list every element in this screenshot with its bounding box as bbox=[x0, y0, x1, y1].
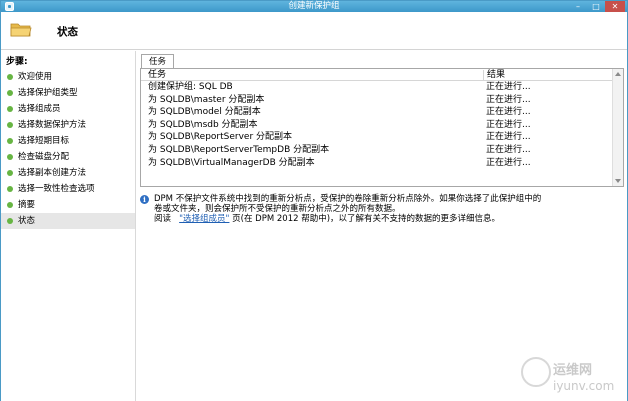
step-item-active[interactable]: 状态 bbox=[1, 213, 135, 229]
steps-sidebar: 步骤: 欢迎使用 选择保护组类型 选择组成员 选择数据保护方法 选择短期目标 检… bbox=[1, 51, 135, 401]
tasks-panel: 任务 结果 创建保护组: SQL DB 正在进行... 为 SQLDB\maste… bbox=[140, 68, 624, 187]
step-status-icon bbox=[7, 122, 13, 128]
task-cell: 为 SQLDB\VirtualManagerDB 分配副本 bbox=[148, 157, 315, 168]
step-status-icon bbox=[7, 186, 13, 192]
step-item[interactable]: 选择一致性检查选项 bbox=[1, 181, 135, 197]
step-item[interactable]: 选择数据保护方法 bbox=[1, 117, 135, 133]
scroll-up-icon[interactable] bbox=[615, 72, 621, 76]
maximize-button[interactable]: □ bbox=[587, 1, 605, 12]
step-label: 状态 bbox=[18, 216, 36, 226]
step-label: 选择数据保护方法 bbox=[18, 120, 87, 130]
info-read-suffix: 页(在 DPM 2012 帮助中)，以了解有关不支持的数据的更多详细信息。 bbox=[232, 214, 501, 224]
tab-tasks[interactable]: 任务 bbox=[141, 54, 175, 69]
title-bar[interactable]: 创建新保护组 – □ ✕ bbox=[1, 1, 627, 12]
info-text-line2: 卷或文件夹，则会保护所不受保护的重新分析点之外的所有数据。 bbox=[154, 204, 401, 214]
table-row[interactable]: 创建保护组: SQL DB 正在进行... bbox=[141, 81, 613, 94]
step-status-icon bbox=[7, 218, 13, 224]
table-row[interactable]: 为 SQLDB\ReportServerTempDB 分配副本 正在进行... bbox=[141, 144, 613, 157]
step-status-icon bbox=[7, 202, 13, 208]
step-status-icon bbox=[7, 138, 13, 144]
step-label: 选择一致性检查选项 bbox=[18, 184, 95, 194]
step-status-icon bbox=[7, 170, 13, 176]
task-grid: 任务 结果 创建保护组: SQL DB 正在进行... 为 SQLDB\maste… bbox=[141, 70, 613, 169]
step-item[interactable]: 选择组成员 bbox=[1, 101, 135, 117]
result-cell: 正在进行... bbox=[486, 82, 531, 92]
step-label: 选择短期目标 bbox=[18, 136, 70, 146]
task-cell: 为 SQLDB\ReportServerTempDB 分配副本 bbox=[148, 144, 330, 155]
folder-icon bbox=[10, 23, 32, 37]
column-header-result[interactable]: 结果 bbox=[483, 70, 505, 81]
scroll-down-icon[interactable] bbox=[615, 179, 621, 183]
step-label: 检查磁盘分配 bbox=[18, 152, 70, 162]
window-title: 创建新保护组 bbox=[288, 1, 340, 11]
result-cell: 正在进行... bbox=[486, 94, 531, 105]
table-row[interactable]: 为 SQLDB\msdb 分配副本 正在进行... bbox=[141, 119, 613, 132]
page-title: 状态 bbox=[57, 26, 78, 38]
info-icon: i bbox=[140, 195, 149, 204]
result-cell: 正在进行... bbox=[486, 107, 531, 118]
vertical-scrollbar[interactable] bbox=[612, 69, 623, 186]
wizard-window: 创建新保护组 – □ ✕ 状态 步骤: 欢迎使用 选择保护组类型 选择组成员 选… bbox=[0, 0, 628, 401]
steps-list: 欢迎使用 选择保护组类型 选择组成员 选择数据保护方法 选择短期目标 检查磁盘分… bbox=[1, 69, 135, 229]
info-text-line3: 阅读 "选择组成员" 页(在 DPM 2012 帮助中)，以了解有关不支持的数据… bbox=[154, 214, 620, 224]
result-cell: 正在进行... bbox=[486, 119, 531, 130]
site-watermark: 运维网 iyunv.com bbox=[521, 355, 621, 397]
watermark-logo-icon bbox=[521, 357, 551, 387]
info-read-prefix: 阅读 bbox=[154, 214, 172, 224]
select-group-members-link[interactable]: "选择组成员" bbox=[179, 214, 229, 224]
table-row[interactable]: 为 SQLDB\VirtualManagerDB 分配副本 正在进行... bbox=[141, 157, 613, 170]
table-row[interactable]: 为 SQLDB\ReportServer 分配副本 正在进行... bbox=[141, 131, 613, 144]
step-status-icon bbox=[7, 154, 13, 160]
minimize-button[interactable]: – bbox=[569, 1, 587, 12]
task-cell: 创建保护组: SQL DB bbox=[148, 82, 233, 92]
step-label: 摘要 bbox=[18, 200, 36, 210]
step-item[interactable]: 选择短期目标 bbox=[1, 133, 135, 149]
result-cell: 正在进行... bbox=[486, 144, 531, 155]
step-label: 选择组成员 bbox=[18, 104, 61, 114]
task-cell: 为 SQLDB\model 分配副本 bbox=[148, 107, 261, 118]
grid-header: 任务 结果 bbox=[141, 70, 613, 81]
step-item[interactable]: 选择保护组类型 bbox=[1, 85, 135, 101]
step-item[interactable]: 欢迎使用 bbox=[1, 69, 135, 85]
watermark-text: 运维网 bbox=[553, 363, 593, 378]
task-cell: 为 SQLDB\master 分配副本 bbox=[148, 94, 265, 105]
step-label: 选择保护组类型 bbox=[18, 88, 78, 98]
step-item[interactable]: 检查磁盘分配 bbox=[1, 149, 135, 165]
close-button[interactable]: ✕ bbox=[605, 1, 625, 12]
step-status-icon bbox=[7, 106, 13, 112]
task-cell: 为 SQLDB\ReportServer 分配副本 bbox=[148, 132, 293, 143]
watermark-url: iyunv.com bbox=[553, 379, 615, 393]
step-item[interactable]: 选择副本创建方法 bbox=[1, 165, 135, 181]
wizard-content: 任务 任务 结果 创建保护组: SQL DB 正在进行... 为 SQLDB\ma… bbox=[135, 51, 627, 401]
step-label: 选择副本创建方法 bbox=[18, 168, 87, 178]
step-status-icon bbox=[7, 90, 13, 96]
table-row[interactable]: 为 SQLDB\model 分配副本 正在进行... bbox=[141, 106, 613, 119]
column-header-task[interactable]: 任务 bbox=[148, 70, 166, 81]
result-cell: 正在进行... bbox=[486, 157, 531, 168]
info-text-line1: DPM 不保护文件系统中找到的重新分析点，受保护的卷除重新分析点除外。如果你选择… bbox=[154, 194, 542, 204]
result-cell: 正在进行... bbox=[486, 132, 531, 143]
step-label: 欢迎使用 bbox=[18, 72, 53, 82]
task-cell: 为 SQLDB\msdb 分配副本 bbox=[148, 119, 258, 130]
step-status-icon bbox=[7, 74, 13, 80]
steps-label: 步骤: bbox=[6, 57, 28, 67]
step-item[interactable]: 摘要 bbox=[1, 197, 135, 213]
table-row[interactable]: 为 SQLDB\master 分配副本 正在进行... bbox=[141, 94, 613, 107]
wizard-header: 状态 bbox=[1, 12, 627, 50]
